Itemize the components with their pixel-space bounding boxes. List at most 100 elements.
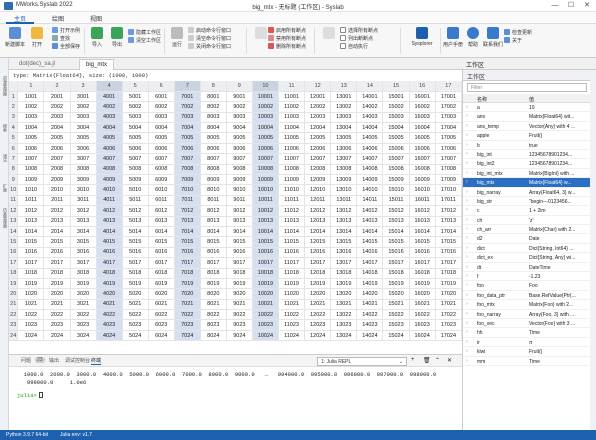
- tab-problems[interactable]: 问题: [21, 357, 31, 364]
- matrix-cell[interactable]: 8008: [200, 164, 227, 176]
- tab-home[interactable]: 主页: [6, 13, 35, 24]
- tab-output[interactable]: 输出: [49, 357, 59, 364]
- matrix-cell[interactable]: 8015: [200, 236, 227, 248]
- matrix-cell[interactable]: 15011: [382, 195, 410, 207]
- matrix-cell[interactable]: 2004: [43, 122, 71, 134]
- matrix-cell[interactable]: 12010: [304, 184, 332, 196]
- import-button[interactable]: 导入: [86, 27, 108, 48]
- matrix-cell[interactable]: 9024: [226, 330, 253, 342]
- matrix-cell[interactable]: 15019: [382, 278, 410, 290]
- matrix-cell[interactable]: 10001: [252, 91, 279, 103]
- matrix-cell[interactable]: 15022: [382, 309, 410, 321]
- matrix-cell[interactable]: 12024: [304, 330, 332, 342]
- matrix-cell[interactable]: 4015: [96, 236, 123, 248]
- workspace-variable-row[interactable]: › b true: [463, 141, 591, 150]
- row-header[interactable]: 4: [9, 122, 19, 134]
- matrix-cell[interactable]: 4013: [96, 216, 123, 227]
- matrix-cell[interactable]: 5023: [122, 319, 149, 331]
- workspace-filter-input[interactable]: Filter: [467, 83, 587, 92]
- matrix-cell[interactable]: 17006: [435, 143, 462, 155]
- matrix-cell[interactable]: 17019: [435, 278, 462, 290]
- matrix-cell[interactable]: 10020: [252, 288, 279, 300]
- matrix-cell[interactable]: 4024: [96, 330, 123, 342]
- chevron-right-icon[interactable]: ›: [466, 245, 468, 251]
- matrix-cell[interactable]: 11001: [278, 91, 306, 103]
- matrix-cell[interactable]: 13012: [330, 205, 358, 217]
- matrix-cell[interactable]: 11010: [278, 184, 306, 196]
- matrix-cell[interactable]: 10007: [252, 153, 279, 165]
- chevron-right-icon[interactable]: ›: [466, 348, 468, 354]
- matrix-cell[interactable]: 6007: [148, 153, 175, 165]
- matrix-cell[interactable]: 10021: [252, 299, 279, 311]
- matrix-cell[interactable]: 1004: [17, 122, 45, 134]
- matrix-cell[interactable]: 1012: [17, 205, 45, 217]
- run-button[interactable]: 运行: [166, 27, 188, 48]
- matrix-cell[interactable]: 9018: [226, 268, 253, 279]
- start-cmd-window-button[interactable]: 启动命令行窗口: [188, 27, 231, 35]
- matrix-cell[interactable]: 2022: [43, 309, 71, 321]
- chevron-right-icon[interactable]: ›: [466, 179, 468, 185]
- matrix-cell[interactable]: 16023: [409, 319, 436, 331]
- simulation-panel-button[interactable]: 仿真管理器: [1, 204, 8, 232]
- matrix-cell[interactable]: 3001: [70, 91, 97, 103]
- matrix-cell[interactable]: 8021: [200, 299, 227, 311]
- matrix-cell[interactable]: 17023: [435, 319, 462, 331]
- chevron-right-icon[interactable]: ›: [466, 320, 468, 326]
- matrix-cell[interactable]: 17001: [435, 91, 462, 103]
- matrix-cell[interactable]: 11016: [278, 247, 306, 259]
- matrix-cell[interactable]: 16012: [409, 205, 436, 217]
- matrix-cell[interactable]: 5015: [122, 236, 149, 248]
- column-header[interactable]: 1: [17, 81, 45, 92]
- workspace-variable-row[interactable]: › dict_ex Dict{String, Any} wi...: [463, 253, 591, 263]
- sysplorer-button[interactable]: Sysplorer: [406, 27, 438, 47]
- matrix-cell[interactable]: 3012: [70, 205, 97, 217]
- matrix-cell[interactable]: 9009: [226, 174, 253, 186]
- matrix-cell[interactable]: 13022: [330, 309, 358, 321]
- matrix-cell[interactable]: 13016: [330, 247, 358, 259]
- matrix-cell[interactable]: 5012: [122, 205, 149, 217]
- matrix-cell[interactable]: 4006: [96, 143, 123, 155]
- matrix-cell[interactable]: 14015: [356, 236, 384, 248]
- matrix-cell[interactable]: 5016: [122, 247, 149, 259]
- matrix-cell[interactable]: 11021: [278, 299, 306, 311]
- matrix-cell[interactable]: 7005: [174, 132, 201, 144]
- workspace-variable-row[interactable]: › ch_arr Matrix{Char} with 2...: [463, 225, 591, 235]
- matrix-cell[interactable]: 5007: [122, 153, 149, 165]
- matrix-cell[interactable]: 13002: [330, 101, 358, 113]
- matrix-cell[interactable]: 11011: [278, 195, 306, 207]
- matrix-cell[interactable]: 6010: [148, 184, 175, 196]
- matrix-cell[interactable]: 16011: [409, 195, 436, 207]
- matrix-cell[interactable]: 9021: [226, 299, 253, 311]
- matrix-cell[interactable]: 12006: [304, 143, 332, 155]
- matrix-cell[interactable]: 15015: [382, 236, 410, 248]
- matrix-cell[interactable]: 11009: [278, 174, 306, 186]
- matrix-cell[interactable]: 11008: [278, 164, 306, 176]
- matrix-cell[interactable]: 15003: [382, 112, 410, 124]
- matrix-cell[interactable]: 9020: [226, 288, 253, 300]
- matrix-cell[interactable]: 3019: [70, 278, 97, 290]
- tab-plot[interactable]: 绘图: [44, 13, 72, 24]
- matrix-cell[interactable]: 10008: [252, 164, 279, 176]
- matrix-cell[interactable]: 11015: [278, 236, 306, 248]
- matrix-cell[interactable]: 7009: [174, 174, 201, 186]
- matrix-cell[interactable]: 15005: [382, 132, 410, 144]
- matrix-cell[interactable]: 14008: [356, 164, 384, 176]
- matrix-cell[interactable]: 1016: [17, 247, 45, 259]
- row-header[interactable]: 16: [9, 247, 19, 259]
- matrix-cell[interactable]: 4022: [96, 309, 123, 321]
- matrix-cell[interactable]: 13007: [330, 153, 358, 165]
- matrix-cell[interactable]: 1019: [17, 278, 45, 290]
- chevron-up-icon[interactable]: ⌃: [435, 357, 440, 364]
- column-header[interactable]: 4: [96, 81, 123, 92]
- workspace-variable-row[interactable]: › ir π: [463, 338, 591, 348]
- matrix-cell[interactable]: 9015: [226, 236, 253, 248]
- matrix-cell[interactable]: 1009: [17, 174, 45, 186]
- column-name-header[interactable]: 名称: [477, 96, 487, 103]
- matrix-cell[interactable]: 15002: [382, 101, 410, 113]
- matrix-cell[interactable]: 7021: [174, 299, 201, 311]
- matrix-cell[interactable]: 15009: [382, 174, 410, 186]
- matrix-cell[interactable]: 4023: [96, 319, 123, 331]
- workspace-variable-row[interactable]: › hh Time: [463, 328, 591, 338]
- matrix-cell[interactable]: 14004: [356, 122, 384, 134]
- matrix-cell[interactable]: 12022: [304, 309, 332, 321]
